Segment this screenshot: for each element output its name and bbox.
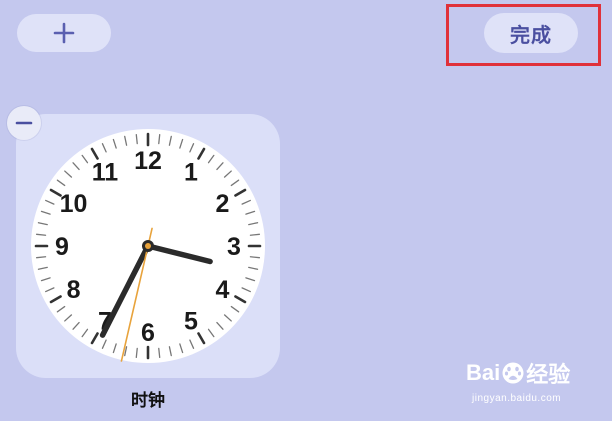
clock-number-9: 9 [55,233,69,261]
minus-icon [15,121,33,125]
clock-number-5: 5 [184,307,198,335]
paw-icon [502,362,524,384]
baidu-jingyan-watermark: Bai 经验 jingyan.baidu.com [466,357,578,413]
remove-widget-button[interactable] [7,106,41,140]
watermark-logo-left: Bai [466,360,501,385]
watermark-logo: Bai 经验 [466,357,570,389]
clock-number-8: 8 [67,276,81,304]
hand-pivot-center [145,243,151,249]
clock-number-4: 4 [216,276,230,304]
clock-number-10: 10 [60,190,88,218]
plus-icon [53,22,75,44]
clock-number-3: 3 [227,233,241,261]
widget-label: 时钟 [131,391,165,410]
done-button[interactable]: 完成 [484,13,578,53]
clock-number-1: 1 [184,159,198,187]
clock-face: 12 1234567891011 [31,129,265,363]
clock-number-11: 11 [92,159,119,187]
watermark-logo-right: 经验 [526,362,571,387]
clock-number-12: 12 [134,147,162,175]
watermark-url: jingyan.baidu.com [472,393,562,404]
clock-number-6: 6 [141,319,155,347]
add-widget-button[interactable] [17,14,111,52]
clock-number-2: 2 [216,190,230,218]
